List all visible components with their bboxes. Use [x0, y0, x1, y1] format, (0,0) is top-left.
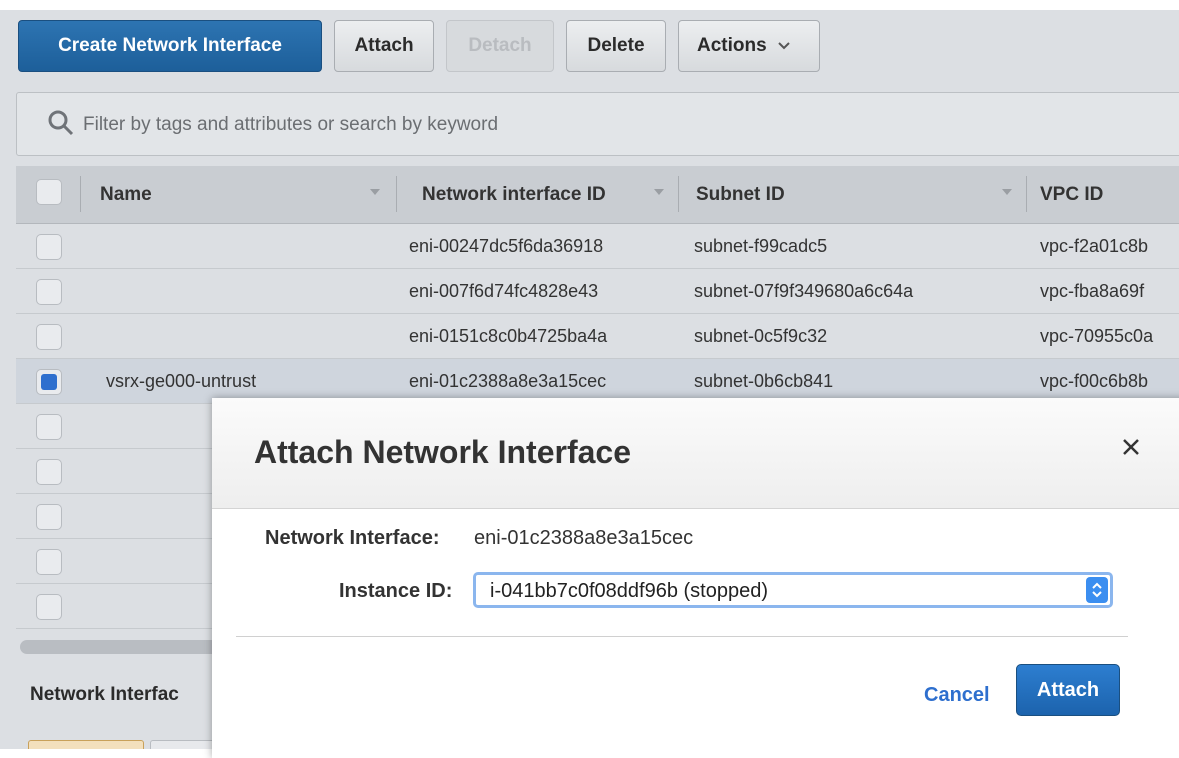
- detach-button[interactable]: Detach: [446, 20, 554, 72]
- cell-network-interface-id[interactable]: eni-00247dc5f6da36918: [409, 236, 603, 257]
- cancel-button[interactable]: Cancel: [924, 684, 990, 707]
- sort-caret-icon[interactable]: [654, 189, 664, 195]
- row-checkbox-checked[interactable]: [36, 369, 62, 395]
- row-checkbox[interactable]: [36, 459, 62, 485]
- search-input[interactable]: [81, 103, 1165, 147]
- search-icon: [48, 110, 74, 136]
- dialog-title: Attach Network Interface: [254, 434, 631, 470]
- top-band: [0, 0, 1179, 10]
- column-header-network-interface-id[interactable]: Network interface ID: [422, 184, 606, 206]
- column-separator: [396, 176, 397, 212]
- up-down-arrows-icon: [1092, 582, 1102, 598]
- column-separator: [678, 176, 679, 212]
- dialog-header: Attach Network Interface: [212, 398, 1179, 509]
- column-separator: [1026, 176, 1027, 212]
- column-header-name[interactable]: Name: [100, 184, 152, 206]
- column-header-vpc-id[interactable]: VPC ID: [1040, 184, 1103, 206]
- attach-button[interactable]: Attach: [334, 20, 434, 72]
- network-interface-value: eni-01c2388a8e3a15cec: [474, 527, 694, 549]
- select-all-checkbox[interactable]: [36, 179, 62, 205]
- row-checkbox[interactable]: [36, 234, 62, 260]
- cell-name: vsrx-ge000-untrust: [106, 371, 257, 391]
- row-checkbox[interactable]: [36, 324, 62, 350]
- cell-subnet-id[interactable]: subnet-0c5f9c32: [694, 326, 827, 347]
- instance-id-value: i-041bb7c0f08ddf96b (stopped): [490, 580, 768, 602]
- select-stepper-icon[interactable]: [1086, 577, 1108, 603]
- actions-button[interactable]: Actions: [678, 20, 820, 72]
- dialog-divider: [236, 636, 1128, 637]
- cell-network-interface-id[interactable]: eni-007f6d74fc4828e43: [409, 281, 598, 302]
- attach-confirm-button[interactable]: Attach: [1016, 664, 1120, 716]
- row-checkbox[interactable]: [36, 414, 62, 440]
- cell-vpc-id[interactable]: vpc-70955c0a: [1040, 326, 1153, 347]
- cell-vpc-id[interactable]: vpc-f00c6b8b: [1040, 371, 1148, 392]
- table-row[interactable]: eni-0151c8c0b4725ba4a subnet-0c5f9c32 vp…: [16, 314, 1179, 359]
- row-checkbox[interactable]: [36, 279, 62, 305]
- network-interface-label: Network Interface:: [265, 527, 440, 549]
- sort-caret-icon[interactable]: [1002, 189, 1012, 195]
- row-checkbox[interactable]: [36, 504, 62, 530]
- table-row[interactable]: eni-00247dc5f6da36918 subnet-f99cadc5 vp…: [16, 224, 1179, 269]
- column-separator: [80, 176, 81, 212]
- column-header-subnet-id[interactable]: Subnet ID: [696, 184, 785, 206]
- row-checkbox[interactable]: [36, 594, 62, 620]
- cell-subnet-id[interactable]: subnet-f99cadc5: [694, 236, 827, 257]
- row-checkbox[interactable]: [36, 549, 62, 575]
- cell-subnet-id[interactable]: subnet-0b6cb841: [694, 371, 833, 392]
- cell-network-interface-id[interactable]: eni-01c2388a8e3a15cec: [409, 371, 606, 392]
- search-bar: [16, 92, 1179, 156]
- instance-id-select[interactable]: i-041bb7c0f08ddf96b (stopped): [473, 572, 1113, 608]
- sort-caret-icon[interactable]: [370, 189, 380, 195]
- create-network-interface-button[interactable]: Create Network Interface: [18, 20, 322, 72]
- cell-network-interface-id[interactable]: eni-0151c8c0b4725ba4a: [409, 326, 607, 347]
- table-header: Name Network interface ID Subnet ID VPC …: [16, 166, 1179, 224]
- details-tab-active[interactable]: [28, 740, 144, 749]
- cell-vpc-id[interactable]: vpc-fba8a69f: [1040, 281, 1144, 302]
- cell-subnet-id[interactable]: subnet-07f9f349680a6c64a: [694, 281, 913, 302]
- attach-network-interface-dialog: Attach Network Interface Network Interfa…: [212, 398, 1179, 758]
- chevron-down-icon: [777, 42, 790, 50]
- horizontal-scrollbar[interactable]: [20, 640, 220, 654]
- details-panel-title: Network Interfac: [30, 684, 179, 705]
- cell-vpc-id[interactable]: vpc-f2a01c8b: [1040, 236, 1148, 257]
- actions-label: Actions: [697, 35, 767, 56]
- table-row[interactable]: eni-007f6d74fc4828e43 subnet-07f9f349680…: [16, 269, 1179, 314]
- delete-button[interactable]: Delete: [566, 20, 666, 72]
- instance-id-label: Instance ID:: [339, 580, 453, 602]
- close-icon[interactable]: [1116, 432, 1146, 462]
